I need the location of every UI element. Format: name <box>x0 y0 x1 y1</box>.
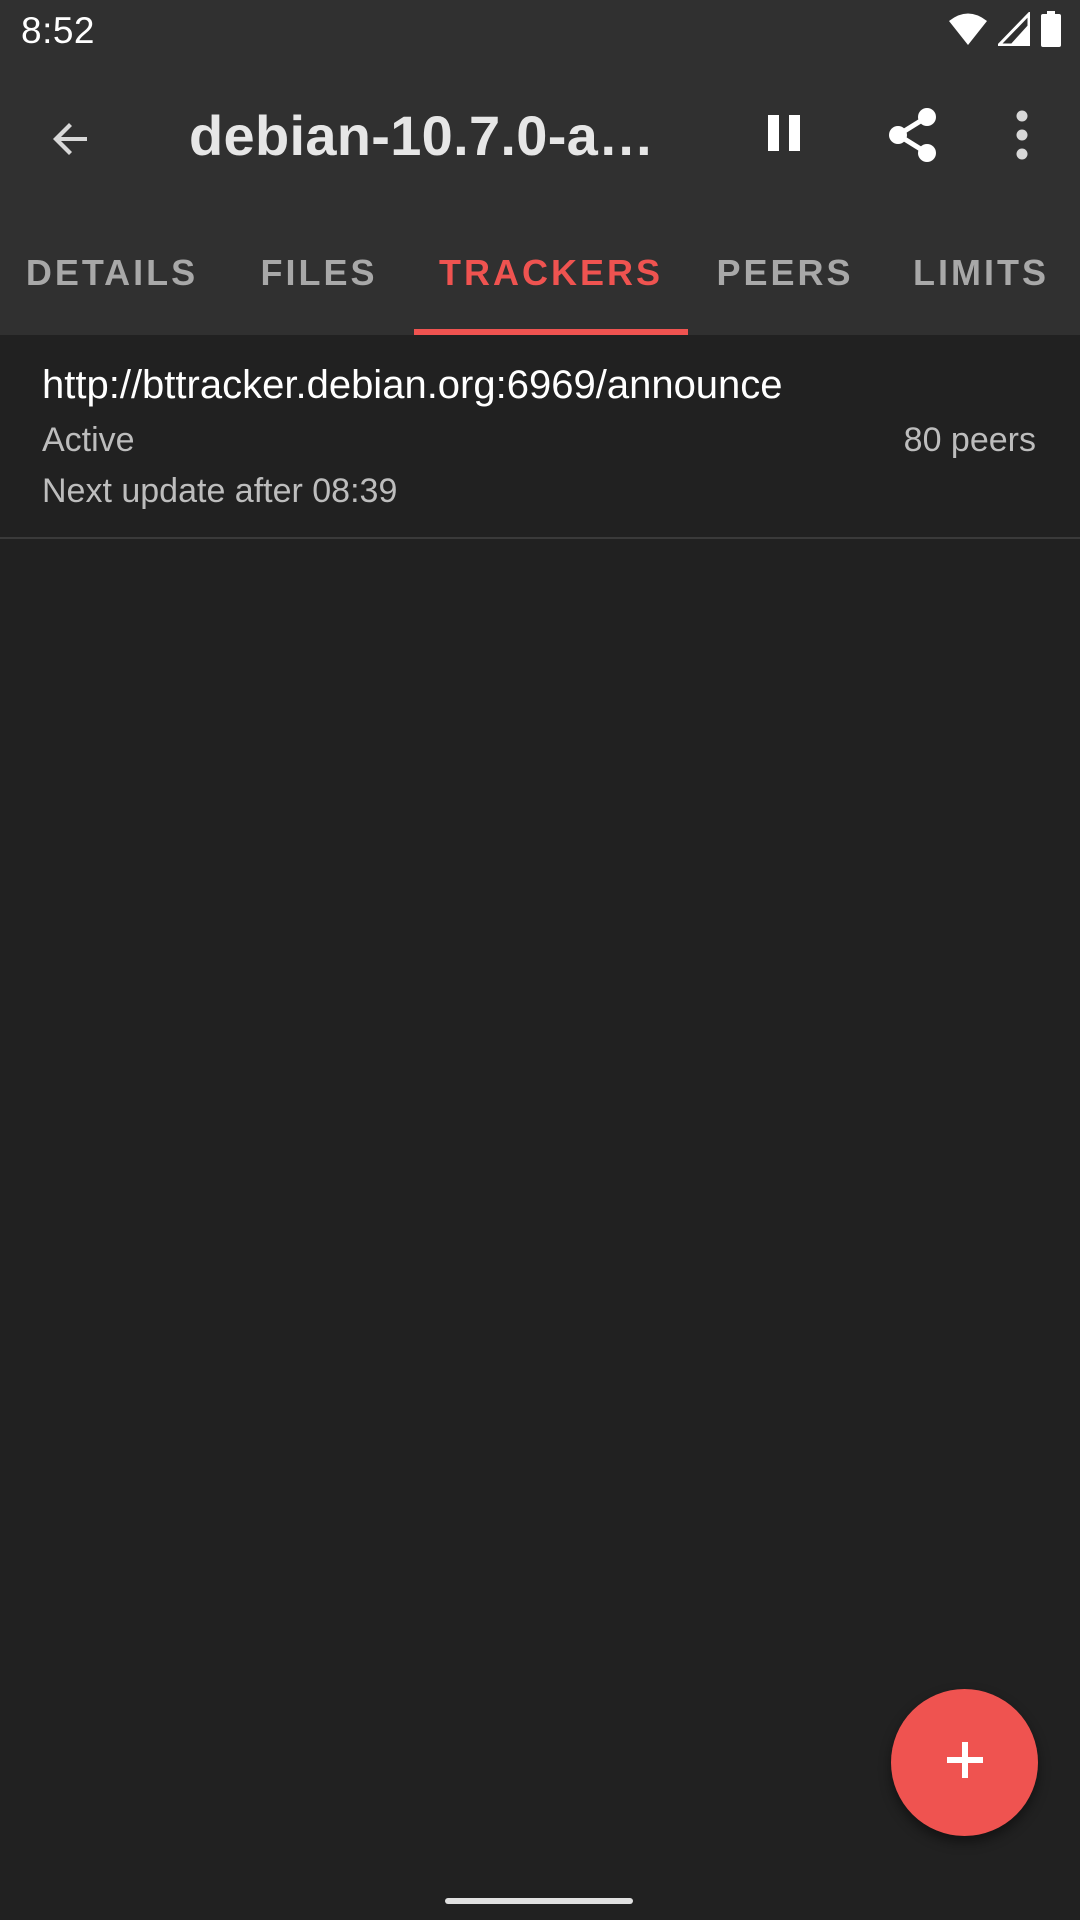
battery-icon <box>1040 10 1062 52</box>
share-icon <box>886 106 940 169</box>
tracker-list-item[interactable]: http://bttracker.debian.org:6969/announc… <box>0 335 1080 539</box>
tracker-url: http://bttracker.debian.org:6969/announc… <box>42 363 783 407</box>
tab-peers[interactable]: PEERS <box>688 210 882 335</box>
status-time: 8:52 <box>21 10 96 51</box>
status-bar: 8:52 <box>0 0 1080 63</box>
share-button[interactable] <box>871 95 955 179</box>
tracker-status: Active <box>42 421 135 459</box>
more-options-button[interactable] <box>994 95 1050 179</box>
app-bar: debian-10.7.0-amd… <box>0 63 1080 210</box>
tracker-next-update: Next update after 08:39 <box>42 472 398 510</box>
tab-details[interactable]: DETAILS <box>0 210 224 335</box>
back-button[interactable] <box>31 101 111 181</box>
pause-button[interactable] <box>744 95 824 175</box>
more-vert-icon <box>1014 110 1030 165</box>
screen: 8:52 debian-10.7.0-amd… DETAILS FILES TR… <box>0 0 1080 1920</box>
gesture-nav-handle[interactable] <box>445 1898 633 1904</box>
tracker-peers-count: 80 peers <box>903 421 1036 459</box>
arrow-back-icon <box>47 115 95 168</box>
tab-trackers[interactable]: TRACKERS <box>414 210 688 335</box>
cell-signal-icon <box>995 9 1031 51</box>
add-tracker-button[interactable] <box>891 1689 1038 1836</box>
tab-limits[interactable]: LIMITS <box>882 210 1080 335</box>
add-icon <box>943 1738 987 1787</box>
status-icons <box>948 9 1062 52</box>
torrent-title: debian-10.7.0-amd… <box>189 104 689 167</box>
tab-files[interactable]: FILES <box>224 210 414 335</box>
tab-bar: DETAILS FILES TRACKERS PEERS LIMITS <box>0 210 1080 335</box>
wifi-icon <box>948 12 988 51</box>
pause-icon <box>764 111 804 160</box>
